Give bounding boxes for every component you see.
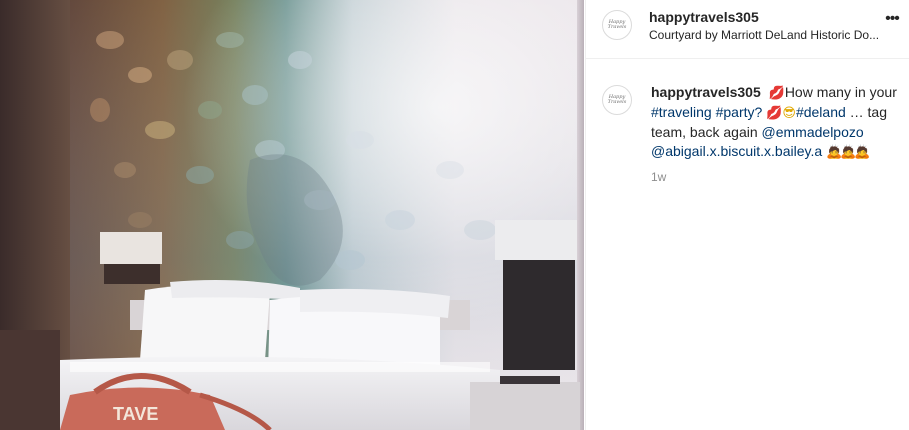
post-photo[interactable]: TAVE [0, 0, 584, 430]
kiss-emoji-icon: 💋 [766, 106, 783, 121]
bowing-emoji-icon: 🙇🙇🙇 [826, 145, 871, 160]
hashtag-party[interactable]: #party? [716, 104, 763, 120]
caption-avatar[interactable]: Happy Travels [602, 85, 632, 115]
avatar[interactable]: Happy Travels [602, 10, 632, 40]
bag-lettering: TAVE [113, 404, 158, 424]
caption-username[interactable]: happytravels305 [651, 84, 761, 100]
sunglasses-emoji-icon: 😎 [782, 106, 796, 121]
more-options-icon[interactable]: ••• [882, 11, 902, 30]
hashtag-deland[interactable]: #deland [796, 104, 846, 120]
avatar-logo-text: Happy Travels [607, 94, 627, 105]
post-side-panel: Happy Travels happytravels305 Courtyard … [585, 0, 909, 430]
mention-abigail[interactable]: @abigail.x.biscuit.x.bailey.a [651, 143, 822, 159]
caption-text: happytravels305 💋How many in your #trave… [651, 83, 899, 162]
hashtag-traveling[interactable]: #traveling [651, 104, 712, 120]
post-header: Happy Travels happytravels305 Courtyard … [586, 0, 909, 59]
caption-text-part: How many in your [784, 84, 897, 100]
post-location[interactable]: Courtyard by Marriott DeLand Historic Do… [649, 28, 895, 42]
kiss-emoji-icon: 💋 [768, 86, 785, 101]
avatar-logo-text: Happy Travels [607, 19, 627, 30]
post-timestamp[interactable]: 1w [651, 170, 666, 184]
mention-emmadelpozo[interactable]: @emmadelpozo [762, 124, 864, 140]
post-username[interactable]: happytravels305 [649, 9, 759, 25]
hotel-room-image: TAVE [0, 0, 584, 430]
